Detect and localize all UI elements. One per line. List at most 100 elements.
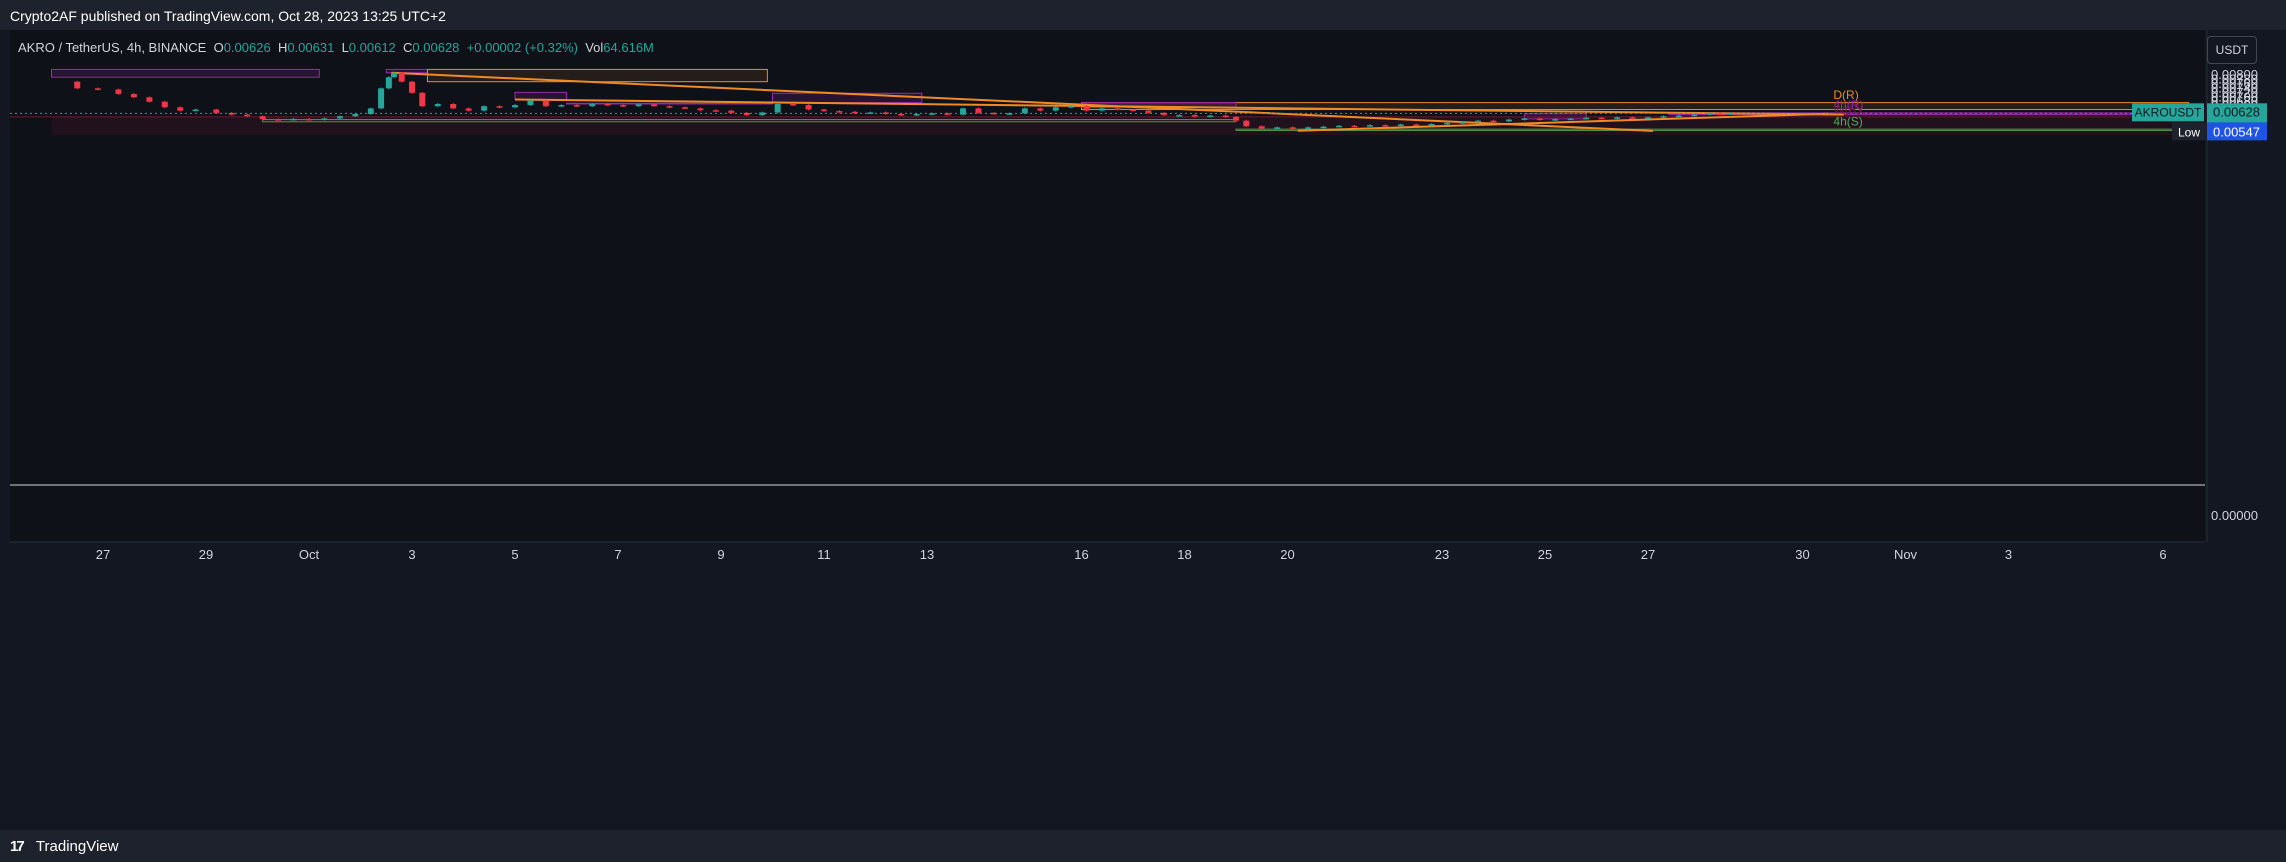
- candle-body: [1233, 116, 1239, 121]
- candle-body: [651, 104, 658, 107]
- candle-body: [94, 88, 101, 90]
- legend-symbol[interactable]: AKRO / TetherUS, 4h, BINANCE: [18, 40, 206, 55]
- x-tick-label: 30: [1795, 547, 1809, 562]
- level-label: 4h(S): [1833, 114, 1862, 128]
- chart-area[interactable]: D(R) 4h(R) W(R) 4h(S) 0.00800 0.00780 0.00760 0…: [0, 30, 2286, 830]
- candle-body: [1691, 114, 1698, 117]
- zone-supply_orange: [426, 68, 768, 83]
- zone-supply: [566, 102, 773, 105]
- candle-body: [352, 113, 359, 117]
- candle-body: [1083, 106, 1090, 111]
- candle-body: [620, 105, 627, 107]
- candle-body: [913, 113, 920, 116]
- x-tick-label: 25: [1538, 547, 1552, 562]
- legend-high: 0.00631: [287, 40, 335, 55]
- x-tick-label: 11: [817, 547, 831, 562]
- candle-body: [398, 72, 405, 82]
- candle-body: [290, 118, 297, 121]
- candle-body: [527, 100, 534, 106]
- x-tick-label: 3: [2005, 547, 2012, 562]
- candle-body: [1645, 117, 1651, 119]
- zone-supply: [51, 68, 320, 78]
- legend-change: +0.00002 (+0.32%): [466, 40, 578, 55]
- candle-body: [666, 106, 673, 108]
- candle-body: [259, 116, 266, 120]
- candle-body: [213, 109, 220, 113]
- x-tick-label: 16: [1074, 547, 1088, 562]
- x-tick-label: 9: [717, 547, 724, 562]
- candle-body: [573, 105, 580, 107]
- candle-body: [1444, 122, 1451, 125]
- candle-body: [336, 116, 343, 119]
- legend-close: 0.00628: [412, 40, 460, 55]
- candle-body: [321, 118, 328, 120]
- last-price-symbol: AKROUSDT: [2135, 105, 2202, 119]
- candle-body: [146, 97, 153, 102]
- candle-body: [1382, 125, 1389, 127]
- footer-bar: 17 TradingView: [0, 830, 2286, 862]
- candle-body: [1336, 125, 1342, 128]
- candle-body: [1021, 108, 1028, 114]
- candle-body: [1305, 127, 1312, 129]
- candle-body: [481, 106, 488, 111]
- candle-body: [1176, 115, 1183, 117]
- y-tick-label: 0.00000: [2211, 508, 2258, 523]
- candle-body: [1397, 124, 1404, 126]
- x-tick-label: 7: [614, 547, 621, 562]
- candle-body: [1289, 127, 1296, 129]
- brand-name: TradingView: [35, 838, 119, 855]
- x-tick-label: 3: [408, 547, 415, 562]
- candle-body: [635, 104, 642, 107]
- candle-body: [1099, 108, 1106, 111]
- last-price-value: 0.00628: [2213, 104, 2260, 119]
- candle-body: [450, 103, 457, 109]
- candle-body: [1660, 116, 1667, 118]
- candle-body: [712, 110, 719, 112]
- candle-body: [1037, 108, 1044, 111]
- candle-body: [390, 72, 397, 78]
- candle-body: [790, 103, 797, 106]
- candle-body: [836, 111, 843, 113]
- candle-body: [681, 107, 688, 109]
- tradingview-logo[interactable]: 17 TradingView: [10, 838, 118, 855]
- x-tick-label: 23: [1435, 547, 1449, 562]
- candle-body: [589, 103, 596, 107]
- low-label: Low: [2178, 125, 2200, 139]
- x-tick-label: 6: [2159, 547, 2166, 562]
- candle-body: [1320, 126, 1327, 129]
- legend-open: 0.00626: [223, 40, 271, 55]
- candle-body: [306, 118, 312, 121]
- tradingview-logo-icon: 17: [10, 838, 25, 855]
- x-tick-label: 20: [1280, 547, 1294, 562]
- candle-body: [558, 105, 565, 107]
- candle-body: [1428, 124, 1435, 126]
- legend-close-label: C: [403, 40, 413, 55]
- candle-body: [1567, 118, 1574, 121]
- published-header: Crypto2AF published on TradingView.com, …: [0, 0, 2286, 30]
- candle-body: [1552, 119, 1559, 121]
- candle-body: [496, 106, 503, 108]
- candle-body: [1598, 117, 1605, 120]
- currency-unit-button[interactable]: USDT: [2207, 36, 2257, 64]
- candle-body: [1114, 108, 1121, 110]
- candle-body: [728, 110, 735, 113]
- candle-body: [465, 108, 472, 111]
- candle-body: [1675, 115, 1682, 118]
- x-tick-label: 29: [199, 547, 213, 562]
- candlestick-chart[interactable]: D(R)4h(R)W(R)4h(S)0.008000.007800.007600…: [0, 30, 2286, 830]
- candle-body: [1521, 118, 1528, 120]
- candle-body: [1505, 119, 1512, 122]
- legend-volume-label: Vol: [585, 40, 604, 55]
- candle-body: [1130, 109, 1136, 112]
- candle-body: [115, 89, 122, 94]
- legend-high-label: H: [277, 40, 288, 55]
- candle-body: [409, 81, 415, 93]
- candle-body: [130, 93, 137, 98]
- candle-body: [1207, 115, 1214, 118]
- candle-body: [1583, 117, 1590, 120]
- candle-body: [275, 119, 282, 121]
- candle-body: [161, 101, 168, 108]
- candle-body: [1536, 118, 1543, 121]
- candle-body: [774, 103, 781, 113]
- candle-body: [177, 107, 184, 111]
